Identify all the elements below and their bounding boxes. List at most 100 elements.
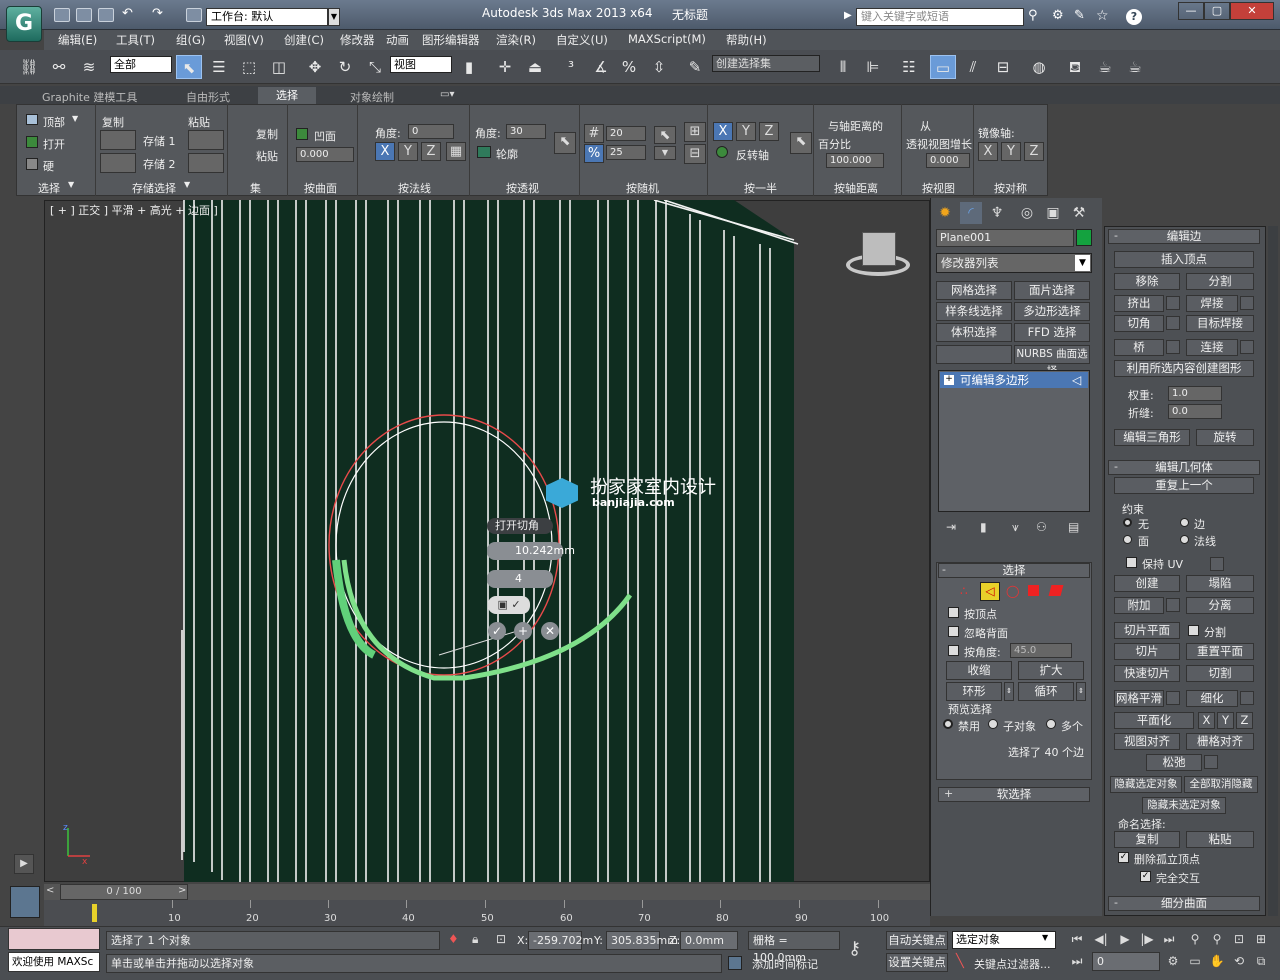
menu-customize[interactable]: 自定义(U) (556, 32, 608, 48)
patch-select-button[interactable]: 面片选择 (1014, 281, 1090, 300)
zoom-extents-all-icon[interactable]: ⊞ (1250, 929, 1272, 949)
stack-item-editable-poly[interactable]: 可编辑多边形 (940, 372, 1088, 388)
select-top-button[interactable]: 顶部 (43, 114, 65, 130)
random-add-icon[interactable]: ⊞ (684, 122, 706, 142)
grid-align-button[interactable]: 栅格对齐 (1186, 733, 1254, 750)
subdivision-collapse-icon[interactable]: - (1114, 896, 1118, 909)
select-open-button[interactable]: 打开 (43, 136, 65, 152)
relax-settings-icon[interactable] (1204, 755, 1218, 769)
random-percent-spinner[interactable]: 25 (606, 145, 646, 160)
close-button[interactable]: ✕ (1230, 2, 1274, 20)
binoculars-icon[interactable]: ⚲ (1028, 8, 1038, 23)
spline-select-button[interactable]: 样条线选择 (936, 302, 1012, 321)
weld-settings-icon[interactable] (1240, 296, 1254, 310)
caddy-segments-field[interactable]: 4 (487, 570, 553, 588)
select-top-dropdown-icon[interactable]: ▼ (72, 114, 78, 123)
material-editor-icon[interactable]: ◍ (1026, 55, 1052, 79)
select-hard-button[interactable]: 硬 (43, 158, 54, 174)
edit-geometry-header[interactable]: 编辑几何体 (1108, 460, 1260, 475)
hide-unselected-button[interactable]: 隐藏未选定对象 (1142, 797, 1226, 814)
menu-graph-editors[interactable]: 图形编辑器 (422, 32, 480, 48)
invert-axis-button[interactable]: 反转轴 (736, 147, 769, 163)
tab-object-paint[interactable]: 对象绘制 (350, 89, 394, 105)
maxscript-input[interactable]: 欢迎使用 MAXSc (8, 952, 100, 972)
move-icon[interactable]: ✥ (302, 55, 328, 79)
time-config-icon[interactable]: ⚙ (1162, 951, 1184, 971)
redo-icon[interactable]: ↷ (152, 7, 168, 22)
make-unique-icon[interactable]: ⩛ (1012, 520, 1019, 535)
right-panel-scrollbar[interactable] (1268, 226, 1278, 916)
key-mode-dropdown[interactable]: 选定对象 (952, 931, 1056, 949)
weight-spinner[interactable]: 1.0 (1168, 386, 1222, 401)
half-y-button[interactable]: Y (736, 122, 756, 141)
reference-coord-dropdown[interactable]: 视图 (390, 56, 452, 73)
search-input[interactable]: 键入关键字或短语 (856, 8, 1024, 26)
goto-end-icon[interactable]: ⏭ (1158, 929, 1180, 949)
pin-stack-icon[interactable]: ⇥ (946, 520, 956, 534)
hierarchy-tab-icon[interactable]: ♆ (986, 202, 1008, 224)
edge-level-icon[interactable]: ◁ (980, 582, 1000, 601)
menu-tools[interactable]: 工具(T) (116, 32, 155, 48)
object-color-swatch[interactable] (1076, 229, 1092, 246)
spinner-snap-icon[interactable]: ⇳ (646, 55, 672, 79)
search-expand-icon[interactable]: ▶ (844, 10, 852, 21)
minimize-button[interactable]: — (1178, 2, 1204, 20)
rendered-frame-icon[interactable]: ☕ (1092, 55, 1118, 79)
mini-curve-editor-icon[interactable] (10, 886, 40, 918)
window-crossing-icon[interactable]: ◫ (266, 55, 292, 79)
named-selection-dropdown[interactable]: 创建选择集 (712, 55, 820, 72)
random-pick-icon[interactable]: ⬉ (654, 126, 676, 144)
crease-spinner[interactable]: 0.0 (1168, 404, 1222, 419)
communication-icon[interactable]: ✎ (1074, 8, 1085, 23)
maximize-button[interactable]: ▢ (1204, 2, 1230, 20)
modify-tab-icon[interactable]: ◜ (960, 202, 982, 224)
subscription-icon[interactable]: ⚙ (1052, 8, 1064, 23)
render-setup-icon[interactable]: ⛾ (1062, 55, 1088, 79)
tab-graphite[interactable]: Graphite 建模工具 (42, 89, 137, 105)
ribbon-options-icon[interactable]: ▭▾ (440, 89, 454, 100)
empty-mod-button[interactable] (936, 345, 1012, 364)
select-manipulate-icon[interactable]: ✛ (492, 55, 518, 79)
remove-button[interactable]: 移除 (1114, 273, 1180, 290)
cut-button[interactable]: 切割 (1186, 665, 1254, 682)
tessellate-button[interactable]: 细化 (1186, 690, 1238, 707)
edit-edges-header[interactable]: 编辑边 (1108, 229, 1260, 244)
random-dropdown-icon[interactable]: ▼ (654, 146, 676, 160)
current-frame-field[interactable]: 0 (1092, 952, 1160, 971)
pan-icon[interactable]: ✋ (1206, 951, 1228, 971)
delete-isolated-checkbox[interactable]: ✓ (1118, 852, 1129, 863)
selection-lock-icon[interactable]: 🔒︎ (472, 932, 478, 947)
half-x-button[interactable]: X (713, 122, 733, 141)
menu-help[interactable]: 帮助(H) (726, 32, 767, 48)
pivot-dist-spinner[interactable]: 100.000 (826, 153, 884, 168)
view-angle-spinner[interactable]: 30 (506, 124, 546, 139)
undo-icon[interactable]: ↶ (122, 7, 138, 22)
copy-store2-button[interactable] (100, 153, 136, 173)
sets-copy-button[interactable]: 复制 (256, 126, 278, 142)
snaps-toggle-icon[interactable]: ³ (558, 55, 584, 79)
chamfer-button[interactable]: 切角 (1114, 315, 1164, 332)
open-file-icon[interactable] (76, 8, 92, 22)
caddy-ok-icon[interactable]: ✓ (488, 622, 506, 640)
turn-button[interactable]: 旋转 (1196, 429, 1254, 446)
unlink-icon[interactable]: ⚯ (46, 55, 72, 79)
normal-y-button[interactable]: Y (398, 142, 418, 161)
mirror-z-button[interactable]: Z (1024, 142, 1044, 161)
bridge-button[interactable]: 桥 (1114, 339, 1164, 356)
weld-button[interactable]: 焊接 (1186, 295, 1238, 312)
graphite-toggle-icon[interactable]: ▭ (930, 55, 956, 79)
collapse-button[interactable]: 塌陷 (1186, 575, 1254, 592)
connect-settings-icon[interactable] (1240, 340, 1254, 354)
link-icon[interactable]: ⛓ (16, 55, 42, 79)
add-time-tag-button[interactable]: 添加时间标记 (752, 956, 818, 972)
hide-selected-button[interactable]: 隐藏选定对象 (1110, 776, 1182, 793)
by-angle-spinner[interactable]: 45.0 (1010, 643, 1072, 658)
full-interactivity-checkbox[interactable]: ✓ (1140, 871, 1151, 882)
random-percent-icon[interactable]: % (584, 144, 604, 163)
attach-list-icon[interactable] (1166, 598, 1180, 612)
workspace-dropdown[interactable]: 工作台: 默认 (206, 8, 328, 26)
help-icon[interactable]: ? (1126, 9, 1142, 25)
app-logo-button[interactable]: G (6, 6, 42, 42)
view-grow-spinner[interactable]: 0.000 (926, 153, 970, 168)
grow-button[interactable]: 扩大 (1018, 661, 1084, 680)
